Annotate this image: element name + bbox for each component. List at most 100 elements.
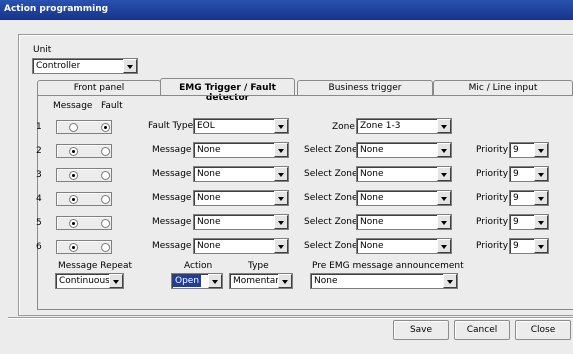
row-radio-group xyxy=(56,192,112,206)
select-zone-value: None xyxy=(360,217,384,227)
dialog-body: Unit Controller Front panel EMG Trigger … xyxy=(0,20,573,354)
chevron-down-icon xyxy=(278,274,292,288)
tab-emg-trigger[interactable]: EMG Trigger / Fault detector xyxy=(160,78,295,103)
message-select[interactable]: None xyxy=(193,166,289,182)
message-repeat-value: Continuous xyxy=(59,276,110,286)
row-message-radio[interactable] xyxy=(69,195,78,204)
pre-emg-label: Pre EMG message announcement xyxy=(312,261,464,271)
select-zone-select[interactable]: None xyxy=(356,190,452,206)
priority-select[interactable]: 9 xyxy=(509,238,549,254)
select-zone-select[interactable]: None xyxy=(356,166,452,182)
tab-business-trigger[interactable]: Business trigger xyxy=(297,80,433,95)
tab-mic-line-input[interactable]: Mic / Line input xyxy=(433,80,573,95)
message-select[interactable]: None xyxy=(193,142,289,158)
row-message-radio[interactable] xyxy=(69,219,78,228)
window-title: Action programming xyxy=(0,0,573,20)
action-value: Open xyxy=(173,275,202,287)
action-select[interactable]: Open xyxy=(171,273,223,289)
row-fault-radio[interactable] xyxy=(101,147,110,156)
cancel-button[interactable]: Cancel xyxy=(454,320,510,340)
unit-select[interactable]: Controller xyxy=(32,58,138,74)
row-message-radio[interactable] xyxy=(69,243,78,252)
chevron-down-icon xyxy=(437,143,451,157)
unit-value: Controller xyxy=(36,61,81,71)
chevron-down-icon xyxy=(208,274,222,288)
select-zone-select[interactable]: None xyxy=(356,214,452,230)
chevron-down-icon xyxy=(437,191,451,205)
message-value: None xyxy=(197,169,221,179)
row-message-radio[interactable] xyxy=(69,171,78,180)
select-zone-label: Select Zone xyxy=(304,169,358,179)
priority-value: 9 xyxy=(513,241,519,251)
zone-label: Zone xyxy=(332,122,355,132)
zone-select[interactable]: Zone 1-3 xyxy=(356,118,452,134)
zone-value: Zone 1-3 xyxy=(360,121,401,131)
chevron-down-icon xyxy=(274,143,288,157)
row1-message-radio[interactable] xyxy=(69,123,78,132)
priority-value: 9 xyxy=(513,193,519,203)
priority-label: Priority xyxy=(476,241,509,251)
priority-select[interactable]: 9 xyxy=(509,166,549,182)
select-zone-label: Select Zone xyxy=(304,193,358,203)
row-fault-radio[interactable] xyxy=(101,219,110,228)
row-radio-group xyxy=(56,144,112,158)
priority-select[interactable]: 9 xyxy=(509,190,549,206)
tab-panel-bottom-edge xyxy=(37,309,573,310)
tab-label: Mic / Line input xyxy=(468,83,538,93)
message-value: None xyxy=(197,193,221,203)
message-select[interactable]: None xyxy=(193,238,289,254)
row-number: 3 xyxy=(36,170,42,180)
chevron-down-icon xyxy=(274,119,288,133)
message-repeat-select[interactable]: Continuous xyxy=(55,273,124,289)
tab-front-panel[interactable]: Front panel xyxy=(37,80,161,95)
message-select[interactable]: None xyxy=(193,190,289,206)
save-button[interactable]: Save xyxy=(393,320,449,340)
tab-label: Business trigger xyxy=(328,83,402,93)
select-zone-label: Select Zone xyxy=(304,217,358,227)
message-label: Message xyxy=(152,145,192,155)
chevron-down-icon xyxy=(109,274,123,288)
priority-label: Priority xyxy=(476,145,509,155)
unit-label: Unit xyxy=(33,45,52,55)
select-zone-value: None xyxy=(360,169,384,179)
chevron-down-icon xyxy=(274,167,288,181)
message-value: None xyxy=(197,241,221,251)
chevron-down-icon xyxy=(274,191,288,205)
chevron-down-icon xyxy=(437,167,451,181)
type-select[interactable]: Momentary xyxy=(229,273,293,289)
chevron-down-icon xyxy=(534,167,548,181)
chevron-down-icon xyxy=(437,239,451,253)
chevron-down-icon xyxy=(274,215,288,229)
fault-type-select[interactable]: EOL xyxy=(193,118,289,134)
select-zone-value: None xyxy=(360,241,384,251)
row-number: 1 xyxy=(36,122,42,132)
priority-select[interactable]: 9 xyxy=(509,142,549,158)
row-fault-radio[interactable] xyxy=(101,195,110,204)
chevron-down-icon xyxy=(534,215,548,229)
row1-fault-radio[interactable] xyxy=(101,123,110,132)
message-label: Message xyxy=(152,241,192,251)
priority-value: 9 xyxy=(513,217,519,227)
message-select[interactable]: None xyxy=(193,214,289,230)
row1-radio-group xyxy=(56,120,112,134)
select-zone-label: Select Zone xyxy=(304,241,358,251)
close-button[interactable]: Close xyxy=(515,320,571,340)
priority-select[interactable]: 9 xyxy=(509,214,549,230)
message-repeat-label: Message Repeat xyxy=(58,261,132,271)
message-value: None xyxy=(197,217,221,227)
priority-value: 9 xyxy=(513,169,519,179)
message-value: None xyxy=(197,145,221,155)
select-zone-select[interactable]: None xyxy=(356,142,452,158)
message-label: Message xyxy=(152,217,192,227)
row-number: 2 xyxy=(36,146,42,156)
select-zone-select[interactable]: None xyxy=(356,238,452,254)
row-fault-radio[interactable] xyxy=(101,171,110,180)
row-fault-radio[interactable] xyxy=(101,243,110,252)
action-label: Action xyxy=(184,261,213,271)
row-radio-group xyxy=(56,216,112,230)
row-message-radio[interactable] xyxy=(69,147,78,156)
divider xyxy=(8,317,573,319)
fault-type-value: EOL xyxy=(197,121,215,131)
pre-emg-select[interactable]: None xyxy=(310,273,458,289)
select-zone-value: None xyxy=(360,193,384,203)
